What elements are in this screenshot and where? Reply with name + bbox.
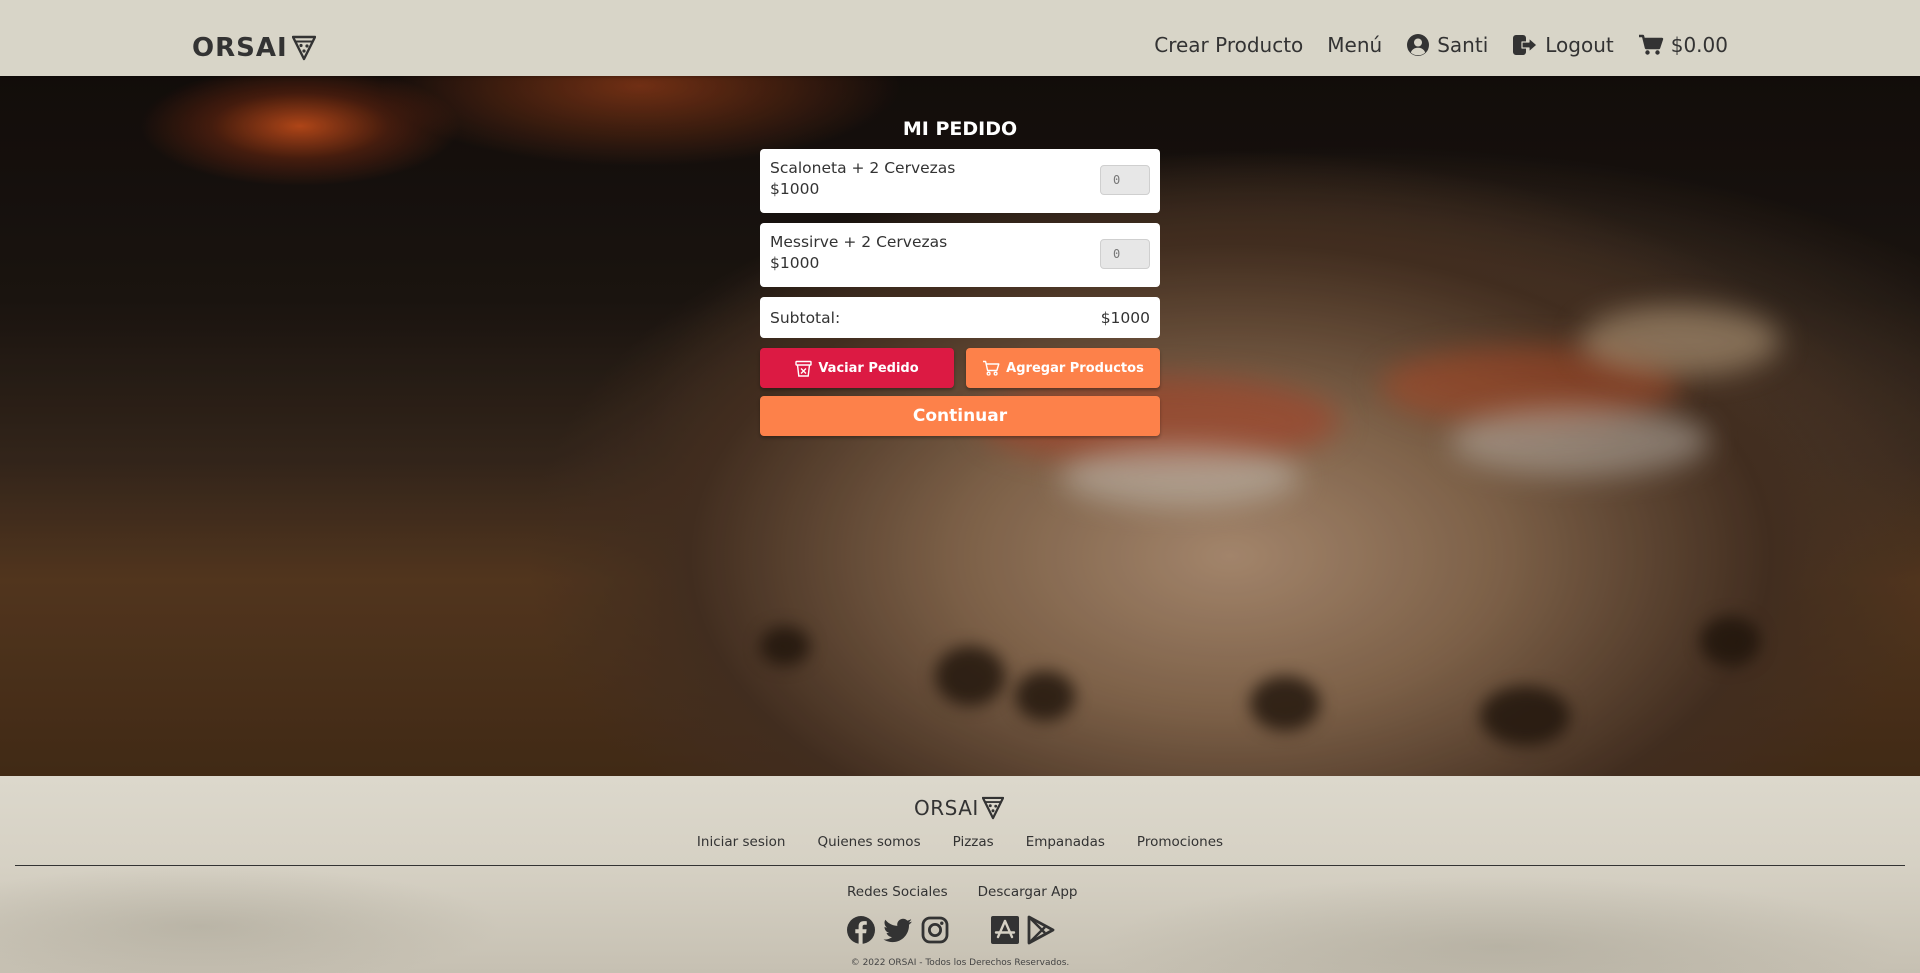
nav-logout-label: Logout [1545, 33, 1614, 57]
order-actions: Vaciar Pedido Agregar Productos [760, 348, 1160, 388]
footer-links: Iniciar sesion Quienes somos Pizzas Empa… [0, 834, 1920, 854]
nav-menu[interactable]: Menú [1327, 33, 1382, 57]
order-item: Scaloneta + 2 Cervezas $1000 0 [760, 149, 1160, 213]
facebook-icon[interactable] [846, 915, 876, 945]
nav-cart[interactable]: $0.00 [1638, 33, 1728, 57]
nav-create-product[interactable]: Crear Producto [1154, 33, 1303, 57]
quantity-input[interactable]: 0 [1100, 165, 1150, 195]
subtotal-row: Subtotal: $1000 [760, 297, 1160, 338]
pizza-slice-icon [291, 35, 316, 61]
footer-link-promotions[interactable]: Promociones [1137, 834, 1223, 854]
navbar: ORSAI Crear Producto Menú Santi Logout $… [0, 0, 1920, 76]
app-heading: Descargar App [977, 884, 1078, 900]
order-item-price: $1000 [770, 254, 820, 272]
cart-icon [983, 360, 1000, 376]
quantity-input[interactable]: 0 [1100, 239, 1150, 269]
brand-name: ORSAI [192, 33, 288, 63]
footer-headings: Redes Sociales Descargar App [847, 884, 1077, 900]
social-icons [846, 915, 950, 945]
pizza-slice-icon [981, 796, 1004, 820]
order-item-price: $1000 [770, 180, 820, 198]
add-products-button[interactable]: Agregar Productos [966, 348, 1160, 388]
clear-order-button[interactable]: Vaciar Pedido [760, 348, 954, 388]
brand-logo[interactable]: ORSAI [192, 32, 316, 64]
nav-menu-label: Menú [1327, 33, 1383, 57]
footer-link-empanadas[interactable]: Empanadas [1026, 834, 1105, 854]
add-products-label: Agregar Productos [1006, 360, 1144, 376]
nav-create-product-label: Crear Producto [1154, 33, 1304, 57]
nav-user-label: Santi [1437, 33, 1489, 57]
logout-icon [1513, 35, 1538, 55]
user-circle-icon [1407, 34, 1430, 56]
footer-brand-name: ORSAI [914, 796, 979, 820]
order-title: MI PEDIDO [902, 118, 1018, 140]
order-item: Messirve + 2 Cervezas $1000 0 [760, 223, 1160, 287]
footer-brand[interactable]: ORSAI [914, 793, 1004, 823]
nav-user[interactable]: Santi [1406, 33, 1488, 57]
app-icons [990, 915, 1056, 945]
footer-link-about[interactable]: Quienes somos [817, 834, 920, 854]
subtotal-value: $1000 [1100, 308, 1150, 327]
trash-icon [795, 360, 813, 377]
cart-icon [1638, 34, 1663, 55]
clear-order-label: Vaciar Pedido [818, 360, 919, 376]
continue-button[interactable]: Continuar [760, 396, 1160, 436]
copyright: © 2022 ORSAI - Todos los Derechos Reserv… [850, 958, 1070, 968]
app-store-icon[interactable] [990, 915, 1020, 945]
footer: ORSAI Iniciar sesion Quienes somos Pizza… [0, 776, 1920, 973]
order-item-name: Scaloneta + 2 Cervezas [770, 159, 956, 177]
order-panel: MI PEDIDO Scaloneta + 2 Cervezas $1000 0… [760, 117, 1160, 436]
nav-logout[interactable]: Logout [1512, 33, 1614, 57]
footer-link-login[interactable]: Iniciar sesion [697, 834, 786, 854]
instagram-icon[interactable] [920, 915, 950, 945]
subtotal-label: Subtotal: [770, 308, 841, 327]
twitter-icon[interactable] [882, 915, 914, 945]
main-nav: Crear Producto Menú Santi Logout $0.00 [1154, 30, 1728, 60]
order-item-name: Messirve + 2 Cervezas [770, 233, 948, 251]
nav-cart-total: $0.00 [1670, 33, 1728, 57]
social-heading: Redes Sociales [847, 884, 948, 900]
footer-link-pizzas[interactable]: Pizzas [953, 834, 994, 854]
google-play-icon[interactable] [1026, 915, 1056, 945]
footer-divider [15, 865, 1905, 866]
